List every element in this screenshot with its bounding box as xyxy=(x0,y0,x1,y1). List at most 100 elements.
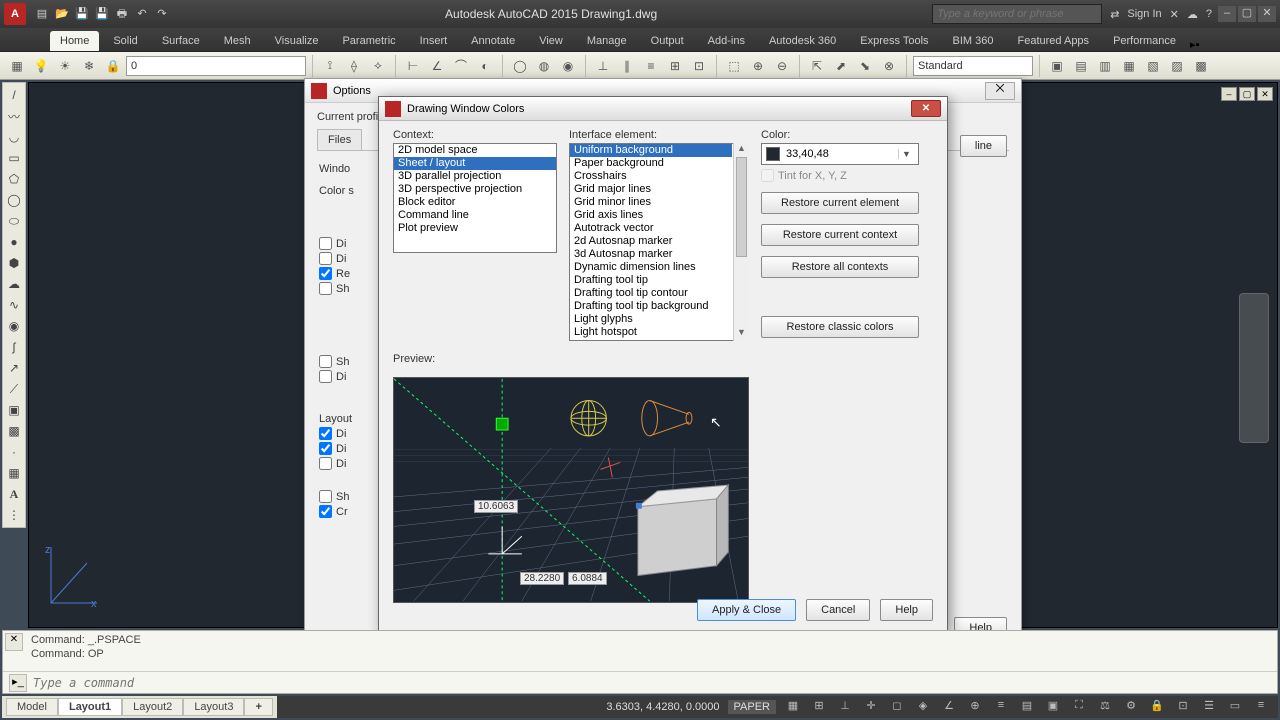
tab-a360[interactable]: Autodesk 360 xyxy=(759,31,846,51)
transp-toggle-icon[interactable]: ▤ xyxy=(1018,699,1036,715)
context-item[interactable]: Plot preview xyxy=(394,222,556,235)
cloud-tool-icon[interactable]: ☁ xyxy=(3,274,25,294)
dim-icon[interactable]: ⟟ xyxy=(319,55,341,77)
scrollbar[interactable]: ▲▼ xyxy=(733,143,749,341)
tab-addins[interactable]: Add-ins xyxy=(698,31,755,51)
cylinder-tool-icon[interactable]: ⬢ xyxy=(3,253,25,273)
osnap-toggle-icon[interactable]: ◻ xyxy=(888,699,906,715)
options-close-button[interactable]: ⨉ xyxy=(985,82,1015,100)
t3-icon[interactable]: ≡ xyxy=(640,55,662,77)
dim3-icon[interactable]: ⟡ xyxy=(367,55,389,77)
sc-toggle-icon[interactable]: ⛶ xyxy=(1070,699,1088,715)
exchange-icon[interactable]: ⇄ xyxy=(1110,8,1119,21)
hatch-tool-icon[interactable]: ▩ xyxy=(3,421,25,441)
t2-icon[interactable]: ∥ xyxy=(616,55,638,77)
more-tool-icon[interactable]: ⋮ xyxy=(3,505,25,525)
w6-icon[interactable]: ▨ xyxy=(1166,55,1188,77)
t1-icon[interactable]: ⊥ xyxy=(592,55,614,77)
line-button[interactable]: line xyxy=(960,135,1007,157)
cancel-button[interactable]: Cancel xyxy=(806,599,870,621)
pline-tool-icon[interactable]: 〰 xyxy=(3,106,25,126)
tab-model[interactable]: Model xyxy=(6,698,58,716)
opt-chk-7[interactable] xyxy=(319,427,332,440)
opt-chk-5[interactable] xyxy=(319,355,332,368)
scroll-thumb[interactable] xyxy=(736,157,747,257)
v3-icon[interactable]: ⬊ xyxy=(854,55,876,77)
helix-tool-icon[interactable]: ∿ xyxy=(3,295,25,315)
tab-annotate[interactable]: Annotate xyxy=(461,31,525,51)
apply-close-button[interactable]: Apply & Close xyxy=(697,599,796,621)
opt-chk-9[interactable] xyxy=(319,457,332,470)
tab-insert[interactable]: Insert xyxy=(410,31,458,51)
opt-chk-6[interactable] xyxy=(319,370,332,383)
tab-mesh[interactable]: Mesh xyxy=(214,31,261,51)
restore-element-button[interactable]: Restore current element xyxy=(761,192,919,214)
context-item[interactable]: 3D parallel projection xyxy=(394,170,556,183)
opt-chk-4[interactable] xyxy=(319,282,332,295)
tab-surface[interactable]: Surface xyxy=(152,31,210,51)
opt-chk-3[interactable] xyxy=(319,267,332,280)
restore-classic-button[interactable]: Restore classic colors xyxy=(761,316,919,338)
minimize-button[interactable]: – xyxy=(1218,6,1236,22)
undo-icon[interactable]: ↶ xyxy=(134,6,150,22)
xline-tool-icon[interactable]: ⟋ xyxy=(3,379,25,399)
layer-combo[interactable]: 0 xyxy=(126,56,306,76)
w3-icon[interactable]: ▥ xyxy=(1094,55,1116,77)
interface-item[interactable]: Autotrack vector xyxy=(570,222,732,235)
interface-listbox[interactable]: Uniform backgroundPaper backgroundCrossh… xyxy=(569,143,749,341)
xchange-icon[interactable]: ✕ xyxy=(1170,8,1179,21)
t5-icon[interactable]: ⊡ xyxy=(688,55,710,77)
tab-bim360[interactable]: BIM 360 xyxy=(943,31,1004,51)
close-button[interactable]: ✕ xyxy=(1258,6,1276,22)
workspace-icon[interactable]: ⚙ xyxy=(1122,699,1140,715)
w7-icon[interactable]: ▩ xyxy=(1190,55,1212,77)
c1-icon[interactable]: ◯ xyxy=(509,55,531,77)
interface-item[interactable]: Light glyphs xyxy=(570,313,732,326)
scroll-up-icon[interactable]: ▲ xyxy=(734,143,749,157)
clean-icon[interactable]: ▭ xyxy=(1226,699,1244,715)
cloud-icon[interactable]: ☁ xyxy=(1187,8,1198,21)
saveas-icon[interactable]: 💾 xyxy=(94,6,110,22)
c3-icon[interactable]: ◉ xyxy=(557,55,579,77)
ortho-toggle-icon[interactable]: ⊥ xyxy=(836,699,854,715)
tab-output[interactable]: Output xyxy=(641,31,694,51)
bulb-icon[interactable]: 💡 xyxy=(30,55,52,77)
context-item[interactable]: 2D model space xyxy=(394,144,556,157)
interface-item[interactable]: Drafting tool tip xyxy=(570,274,732,287)
lock-ui-icon[interactable]: 🔒 xyxy=(1148,699,1166,715)
t4-icon[interactable]: ⊞ xyxy=(664,55,686,77)
tab-featured[interactable]: Featured Apps xyxy=(1008,31,1100,51)
new-icon[interactable]: ▤ xyxy=(34,6,50,22)
polar-toggle-icon[interactable]: ✛ xyxy=(862,699,880,715)
v1-icon[interactable]: ⇱ xyxy=(806,55,828,77)
block-tool-icon[interactable]: ▣ xyxy=(3,400,25,420)
qp-toggle-icon[interactable]: ▣ xyxy=(1044,699,1062,715)
hardware-icon[interactable]: ⊡ xyxy=(1174,699,1192,715)
tab-layout2[interactable]: Layout2 xyxy=(122,698,183,716)
style-combo[interactable]: Standard xyxy=(913,56,1033,76)
u1-icon[interactable]: ⬚ xyxy=(723,55,745,77)
linear-icon[interactable]: ⊢ xyxy=(402,55,424,77)
ribbon-more-icon[interactable]: ▸▪ xyxy=(1190,38,1199,51)
open-icon[interactable]: 📂 xyxy=(54,6,70,22)
restore-all-button[interactable]: Restore all contexts xyxy=(761,256,919,278)
context-item[interactable]: Command line xyxy=(394,209,556,222)
spline-tool-icon[interactable]: ʃ xyxy=(3,337,25,357)
interface-item[interactable]: Dynamic dimension lines xyxy=(570,261,732,274)
redo-icon[interactable]: ↷ xyxy=(154,6,170,22)
freeze-icon[interactable]: ❄ xyxy=(78,55,100,77)
command-input[interactable] xyxy=(33,676,1271,690)
interface-item[interactable]: Crosshairs xyxy=(570,170,732,183)
interface-item[interactable]: Grid axis lines xyxy=(570,209,732,222)
tab-manage[interactable]: Manage xyxy=(577,31,637,51)
grid-toggle-icon[interactable]: ▦ xyxy=(784,699,802,715)
w4-icon[interactable]: ▦ xyxy=(1118,55,1140,77)
text-tool-icon[interactable]: A xyxy=(3,484,25,504)
w5-icon[interactable]: ▧ xyxy=(1142,55,1164,77)
sphere-tool-icon[interactable]: ● xyxy=(3,232,25,252)
u3-icon[interactable]: ⊖ xyxy=(771,55,793,77)
v4-icon[interactable]: ⊗ xyxy=(878,55,900,77)
point-tool-icon[interactable]: · xyxy=(3,442,25,462)
color-combo[interactable]: 33,40,48 ▼ xyxy=(761,143,919,165)
tab-layout3[interactable]: Layout3 xyxy=(183,698,244,716)
